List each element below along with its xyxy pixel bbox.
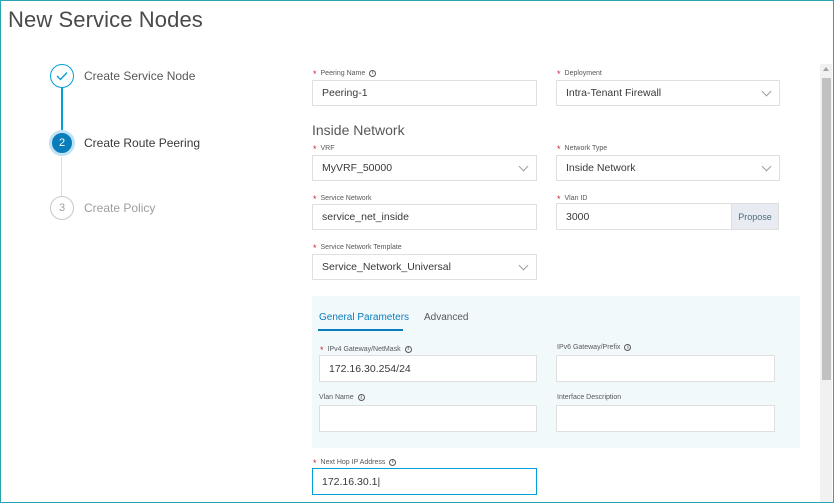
chevron-down-icon bbox=[518, 161, 529, 172]
required-asterisk: * bbox=[320, 345, 324, 355]
network-type-label-text: Network Type bbox=[564, 144, 608, 152]
vlan-id-input[interactable]: 3000 bbox=[556, 203, 732, 230]
deployment-select[interactable]: Intra-Tenant Firewall bbox=[556, 80, 780, 106]
scroll-up-arrow-icon[interactable] bbox=[823, 67, 829, 71]
check-icon bbox=[50, 64, 74, 88]
service-network-template-label-text: Service Network Template bbox=[320, 243, 402, 251]
interface-description-label-text: Interface Description bbox=[557, 394, 622, 401]
ipv6-gateway-label: IPv6 Gateway/Prefix i bbox=[557, 344, 632, 351]
interface-description-input[interactable] bbox=[556, 405, 775, 432]
info-icon[interactable]: i bbox=[369, 69, 377, 77]
info-icon[interactable]: i bbox=[624, 344, 632, 351]
vlan-name-label: Vlan Name i bbox=[319, 394, 365, 401]
required-asterisk: * bbox=[313, 69, 317, 79]
ipv6-gateway-label-text: IPv6 Gateway/Prefix bbox=[557, 344, 621, 351]
ipv4-gateway-value: 172.16.30.254/24 bbox=[329, 362, 411, 375]
chevron-down-icon bbox=[518, 260, 529, 271]
wizard-step-label: Create Service Node bbox=[84, 69, 196, 83]
deployment-label-text: Deployment bbox=[564, 69, 602, 77]
vlan-id-value: 3000 bbox=[566, 210, 590, 223]
required-asterisk: * bbox=[557, 144, 561, 154]
required-asterisk: * bbox=[313, 243, 317, 253]
tab-general-parameters[interactable]: General Parameters bbox=[319, 312, 409, 323]
vlan-name-input[interactable] bbox=[319, 405, 537, 432]
page-title: New Service Nodes bbox=[8, 7, 203, 32]
step-connector-pending bbox=[61, 157, 62, 196]
peering-name-label: * Peering Name i bbox=[313, 68, 377, 79]
next-hop-ip-label-text: Next Hop IP Address bbox=[320, 458, 386, 466]
ipv6-gateway-input[interactable] bbox=[556, 355, 775, 382]
vlan-id-label-text: Vlan ID bbox=[564, 194, 588, 202]
ipv4-gateway-label: * IPv4 Gateway/NetMask i bbox=[320, 344, 412, 355]
service-network-template-value: Service_Network_Universal bbox=[322, 261, 451, 273]
next-hop-ip-label: * Next Hop IP Address i bbox=[313, 457, 397, 468]
vlan-name-label-text: Vlan Name bbox=[319, 394, 354, 401]
service-network-label-text: Service Network bbox=[320, 194, 372, 202]
required-asterisk: * bbox=[313, 194, 317, 204]
service-network-label: * Service Network bbox=[313, 193, 372, 204]
info-icon[interactable]: i bbox=[404, 345, 412, 353]
chevron-down-icon bbox=[761, 86, 772, 97]
required-asterisk: * bbox=[313, 144, 317, 154]
vlan-id-label: * Vlan ID bbox=[557, 193, 588, 204]
wizard-step-label: Create Policy bbox=[84, 201, 156, 215]
wizard-step-label: Create Route Peering bbox=[84, 136, 201, 150]
peering-name-value: Peering-1 bbox=[322, 87, 368, 99]
section-title: Inside Network bbox=[312, 122, 405, 138]
active-tab-indicator bbox=[318, 329, 403, 331]
info-icon[interactable]: i bbox=[389, 458, 397, 466]
next-hop-ip-value: 172.16.30.1| bbox=[322, 475, 381, 488]
vrf-label: * VRF bbox=[313, 143, 335, 154]
step-number-badge: 3 bbox=[50, 196, 74, 220]
ipv4-gateway-label-text: IPv4 Gateway/NetMask bbox=[327, 345, 401, 353]
vrf-select[interactable]: MyVRF_50000 bbox=[312, 155, 537, 181]
chevron-down-icon bbox=[761, 161, 772, 172]
required-asterisk: * bbox=[313, 458, 317, 468]
step-connector-completed bbox=[61, 88, 63, 130]
peering-name-label-text: Peering Name bbox=[320, 69, 366, 77]
wizard-step-create-policy[interactable]: 3 Create Policy bbox=[50, 196, 155, 220]
vrf-label-text: VRF bbox=[320, 144, 335, 152]
wizard-step-create-route-peering[interactable]: 2 Create Route Peering bbox=[49, 130, 201, 156]
service-network-input[interactable]: service_net_inside bbox=[312, 204, 537, 230]
next-hop-ip-input[interactable]: 172.16.30.1| bbox=[312, 468, 537, 495]
required-asterisk: * bbox=[557, 69, 561, 79]
scrollbar-thumb[interactable] bbox=[822, 78, 831, 380]
step-number-badge: 2 bbox=[49, 130, 75, 156]
network-type-value: Inside Network bbox=[566, 162, 636, 174]
service-network-template-label: * Service Network Template bbox=[313, 242, 402, 253]
info-icon[interactable]: i bbox=[357, 394, 365, 401]
wizard-step-create-service-node[interactable]: Create Service Node bbox=[50, 64, 195, 88]
deployment-value: Intra-Tenant Firewall bbox=[566, 87, 662, 99]
peering-name-input[interactable]: Peering-1 bbox=[312, 80, 537, 106]
vrf-value: MyVRF_50000 bbox=[322, 162, 393, 174]
tab-advanced[interactable]: Advanced bbox=[424, 312, 468, 323]
service-network-template-select[interactable]: Service_Network_Universal bbox=[312, 254, 537, 280]
interface-description-label: Interface Description bbox=[557, 394, 621, 401]
propose-button[interactable]: Propose bbox=[731, 203, 779, 230]
deployment-label: * Deployment bbox=[557, 68, 602, 79]
network-type-label: * Network Type bbox=[557, 143, 608, 154]
network-type-select[interactable]: Inside Network bbox=[556, 155, 780, 181]
service-network-value: service_net_inside bbox=[322, 211, 409, 223]
ipv4-gateway-input[interactable]: 172.16.30.254/24 bbox=[319, 355, 537, 382]
